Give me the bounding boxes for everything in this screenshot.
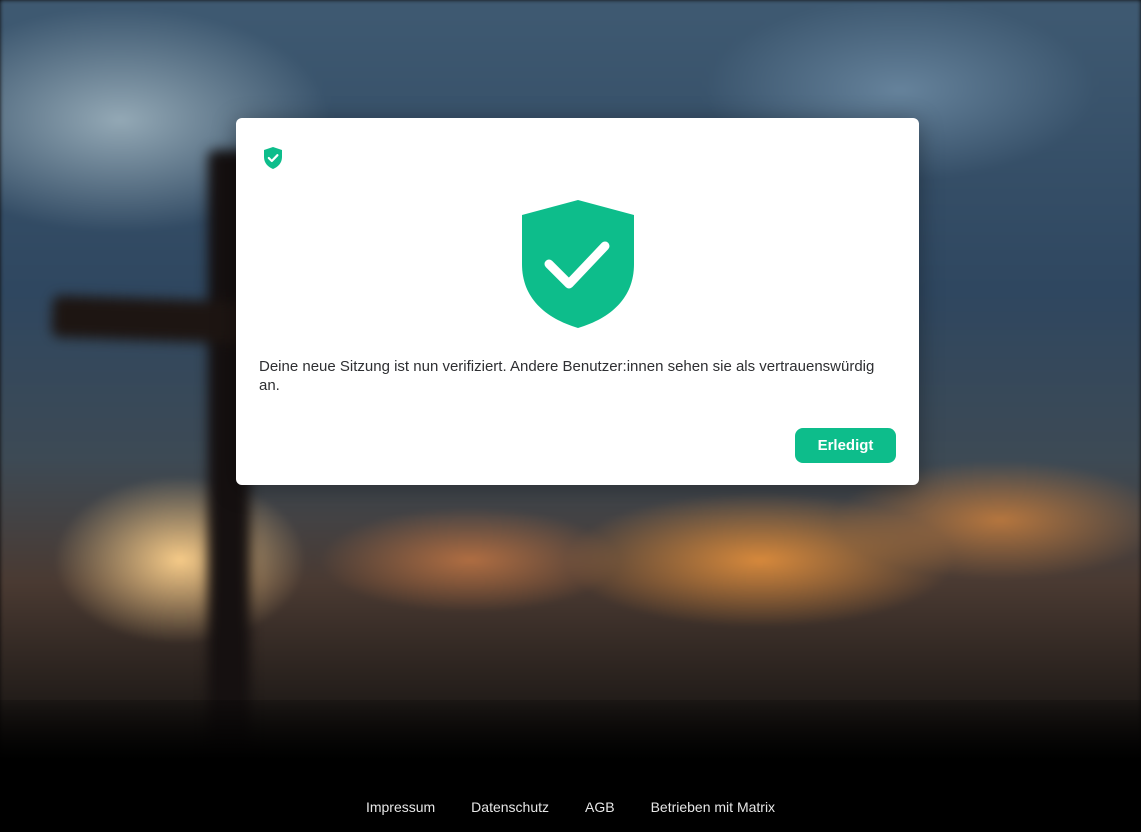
footer-link-datenschutz[interactable]: Datenschutz bbox=[471, 795, 549, 819]
shield-check-icon bbox=[264, 147, 282, 169]
footer-link-matrix[interactable]: Betrieben mit Matrix bbox=[651, 795, 775, 819]
footer-link-agb[interactable]: AGB bbox=[585, 795, 615, 819]
footer-links: Impressum Datenschutz AGB Betrieben mit … bbox=[0, 795, 1141, 819]
footer-link-impressum[interactable]: Impressum bbox=[366, 795, 435, 819]
verification-dialog: Deine neue Sitzung ist nun verifiziert. … bbox=[236, 118, 919, 485]
verification-message: Deine neue Sitzung ist nun verifiziert. … bbox=[259, 358, 875, 394]
large-shield-check-icon bbox=[522, 200, 634, 328]
done-button[interactable]: Erledigt bbox=[795, 428, 896, 463]
page: Deine neue Sitzung ist nun verifiziert. … bbox=[0, 0, 1141, 832]
